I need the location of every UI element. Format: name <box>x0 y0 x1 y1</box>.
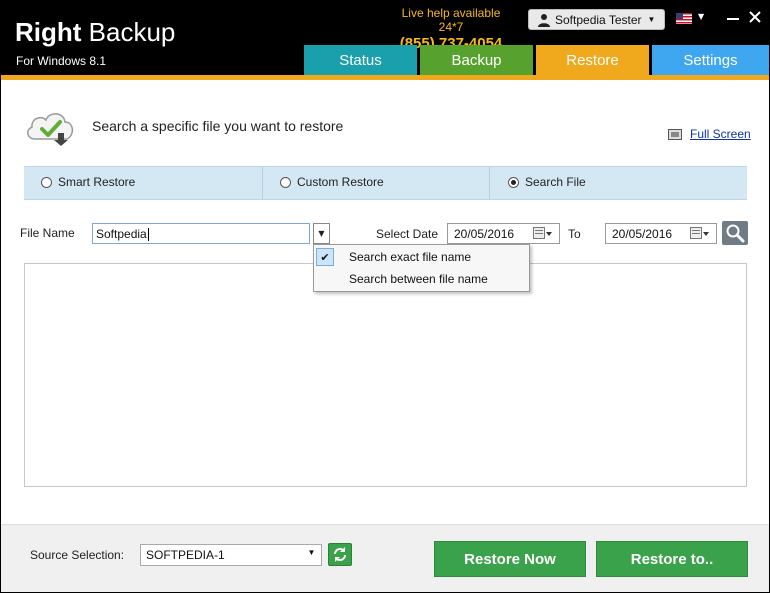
tab-status-label: Status <box>339 52 382 69</box>
file-name-value: Softpedia <box>96 227 147 241</box>
divider <box>262 167 263 199</box>
restore-mode-bar: Smart Restore Custom Restore Search File <box>24 166 747 200</box>
tab-restore[interactable]: Restore <box>536 45 649 76</box>
user-icon <box>538 13 550 27</box>
search-button[interactable] <box>722 221 748 245</box>
tab-backup-label: Backup <box>451 52 502 69</box>
chevron-down-icon: ▼ <box>318 229 325 238</box>
accent-line <box>1 75 769 80</box>
full-screen-icon <box>668 128 682 140</box>
radio-label: Custom Restore <box>297 175 384 189</box>
full-screen-link[interactable]: Full Screen <box>668 127 751 141</box>
date-from-picker[interactable]: 20/05/2016 <box>447 223 560 244</box>
search-icon <box>726 224 745 243</box>
user-name: Softpedia Tester <box>555 12 642 27</box>
language-chevron-icon[interactable]: ▼ <box>698 12 704 21</box>
date-from-value: 20/05/2016 <box>454 227 515 241</box>
cloud-restore-icon <box>27 113 74 146</box>
tab-settings-label: Settings <box>683 52 738 69</box>
radio-dot-selected <box>508 176 519 188</box>
radio-smart-restore[interactable]: Smart Restore <box>41 175 135 189</box>
tab-backup[interactable]: Backup <box>420 45 533 76</box>
tab-restore-label: Restore <box>566 52 619 69</box>
radio-label: Search File <box>525 175 586 189</box>
restore-to-button[interactable]: Restore to.. <box>596 541 748 577</box>
menu-item-between-name[interactable]: Search between file name <box>316 269 527 289</box>
tab-status[interactable]: Status <box>304 45 417 76</box>
radio-label: Smart Restore <box>58 175 136 189</box>
radio-dot <box>280 176 291 188</box>
restore-now-button[interactable]: Restore Now <box>434 541 586 577</box>
live-help-text: Live help available 24*7 <box>401 6 501 34</box>
radio-custom-restore[interactable]: Custom Restore <box>280 175 384 189</box>
app-window: Right Backup For Windows 8.1 Live help a… <box>0 0 770 593</box>
select-date-label: Select Date <box>376 227 439 241</box>
full-screen-label[interactable]: Full Screen <box>690 127 751 141</box>
app-subtitle: For Windows 8.1 <box>16 54 107 68</box>
match-mode-dropdown-button[interactable]: ▼ <box>313 223 330 244</box>
refresh-icon <box>334 547 346 562</box>
tab-settings[interactable]: Settings <box>652 45 769 76</box>
page-title: Search a specific file you want to resto… <box>92 118 344 134</box>
chevron-down-icon: ▼ <box>647 15 656 24</box>
checkmark-icon: ✔ <box>316 248 334 266</box>
calendar-dropdown-icon <box>533 227 552 239</box>
user-menu-button[interactable]: Softpedia Tester ▼ <box>528 9 665 30</box>
date-to-value: 20/05/2016 <box>612 227 673 241</box>
chevron-down-icon: ▼ <box>307 548 316 557</box>
to-label: To <box>568 227 581 241</box>
menu-item-exact-name[interactable]: ✔ Search exact file name <box>316 247 527 267</box>
app-logo: Right Backup <box>15 17 176 47</box>
source-selection-value: SOFTPEDIA-1 <box>146 548 225 562</box>
us-flag-icon[interactable] <box>676 13 692 24</box>
source-selection-label: Source Selection: <box>30 548 125 562</box>
text-cursor <box>147 228 149 242</box>
menu-item-label: Search between file name <box>349 272 488 286</box>
calendar-dropdown-icon <box>690 227 709 239</box>
source-selection-dropdown[interactable]: SOFTPEDIA-1 ▼ <box>140 544 322 566</box>
file-name-label: File Name <box>20 226 75 240</box>
radio-search-file[interactable]: Search File <box>508 175 586 189</box>
refresh-button[interactable] <box>328 543 352 566</box>
file-name-input[interactable]: Softpedia <box>92 223 310 244</box>
menu-item-label: Search exact file name <box>349 250 472 264</box>
minimize-icon[interactable] <box>726 9 740 25</box>
empty-check-slot <box>316 270 334 288</box>
header-bar: Right Backup For Windows 8.1 Live help a… <box>1 1 769 76</box>
divider <box>489 167 490 199</box>
date-to-picker[interactable]: 20/05/2016 <box>605 223 717 244</box>
close-icon[interactable] <box>747 9 763 25</box>
match-mode-menu: ✔ Search exact file name Search between … <box>313 244 530 292</box>
radio-dot <box>41 176 52 188</box>
search-results-pane <box>24 263 747 487</box>
